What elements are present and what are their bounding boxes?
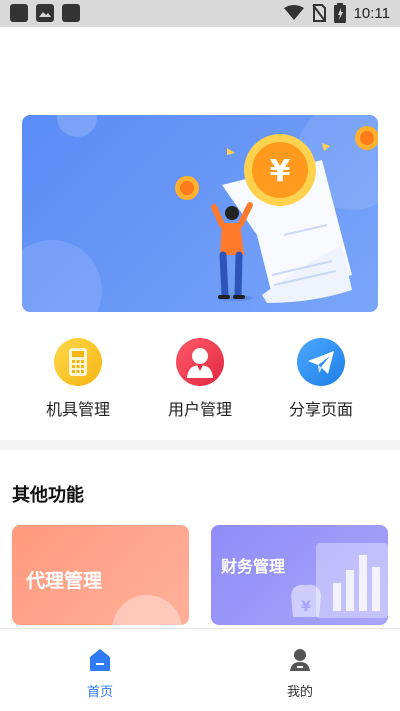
agent-management-card[interactable]: 代理管理 — [12, 525, 189, 625]
svg-text:¥: ¥ — [301, 599, 311, 615]
home-icon — [88, 647, 112, 673]
quick-item-label: 机具管理 — [45, 400, 110, 419]
card-label: 财务管理 — [221, 557, 286, 576]
quick-item-device-management[interactable]: 机具管理 — [23, 338, 133, 420]
wifi-icon — [283, 5, 304, 20]
section-title: 其他功能 — [12, 485, 84, 506]
battery-icon — [333, 3, 346, 23]
tab-mine[interactable]: 我的 — [250, 647, 350, 700]
quick-item-share-page[interactable]: 分享页面 — [266, 338, 376, 420]
quick-item-label: 用户管理 — [167, 400, 232, 419]
paper-plane-icon — [297, 338, 345, 386]
user-icon — [176, 338, 224, 386]
quick-menu: 机具管理 用户管理 分享页面 — [0, 338, 400, 428]
quick-item-label: 分享页面 — [288, 400, 353, 419]
home-screen: 10:11 ¥ 机具管理 用户管理 分享页面 其他功能 代理管理 ¥ 财务管理 … — [0, 0, 400, 711]
quick-item-user-management[interactable]: 用户管理 — [145, 338, 255, 420]
card-label: 代理管理 — [26, 570, 103, 592]
section-divider — [0, 440, 400, 450]
tab-label: 我的 — [286, 685, 313, 700]
image-notification-icon — [36, 4, 54, 22]
svg-text:¥: ¥ — [270, 154, 291, 189]
promo-banner[interactable]: ¥ — [22, 115, 378, 312]
notification-icon — [10, 4, 28, 22]
banner-illustration: ¥ — [22, 115, 378, 312]
tab-label: 首页 — [86, 685, 113, 700]
bottom-tab-bar: 首页 我的 — [0, 628, 400, 711]
finance-management-card[interactable]: ¥ 财务管理 — [211, 525, 388, 625]
calculator-icon — [54, 338, 102, 386]
app-notification-icon — [62, 4, 80, 22]
status-time: 10:11 — [353, 4, 390, 22]
no-sim-icon — [311, 4, 326, 22]
tab-home[interactable]: 首页 — [50, 647, 150, 700]
profile-icon — [288, 647, 312, 673]
status-bar: 10:11 — [0, 0, 400, 27]
